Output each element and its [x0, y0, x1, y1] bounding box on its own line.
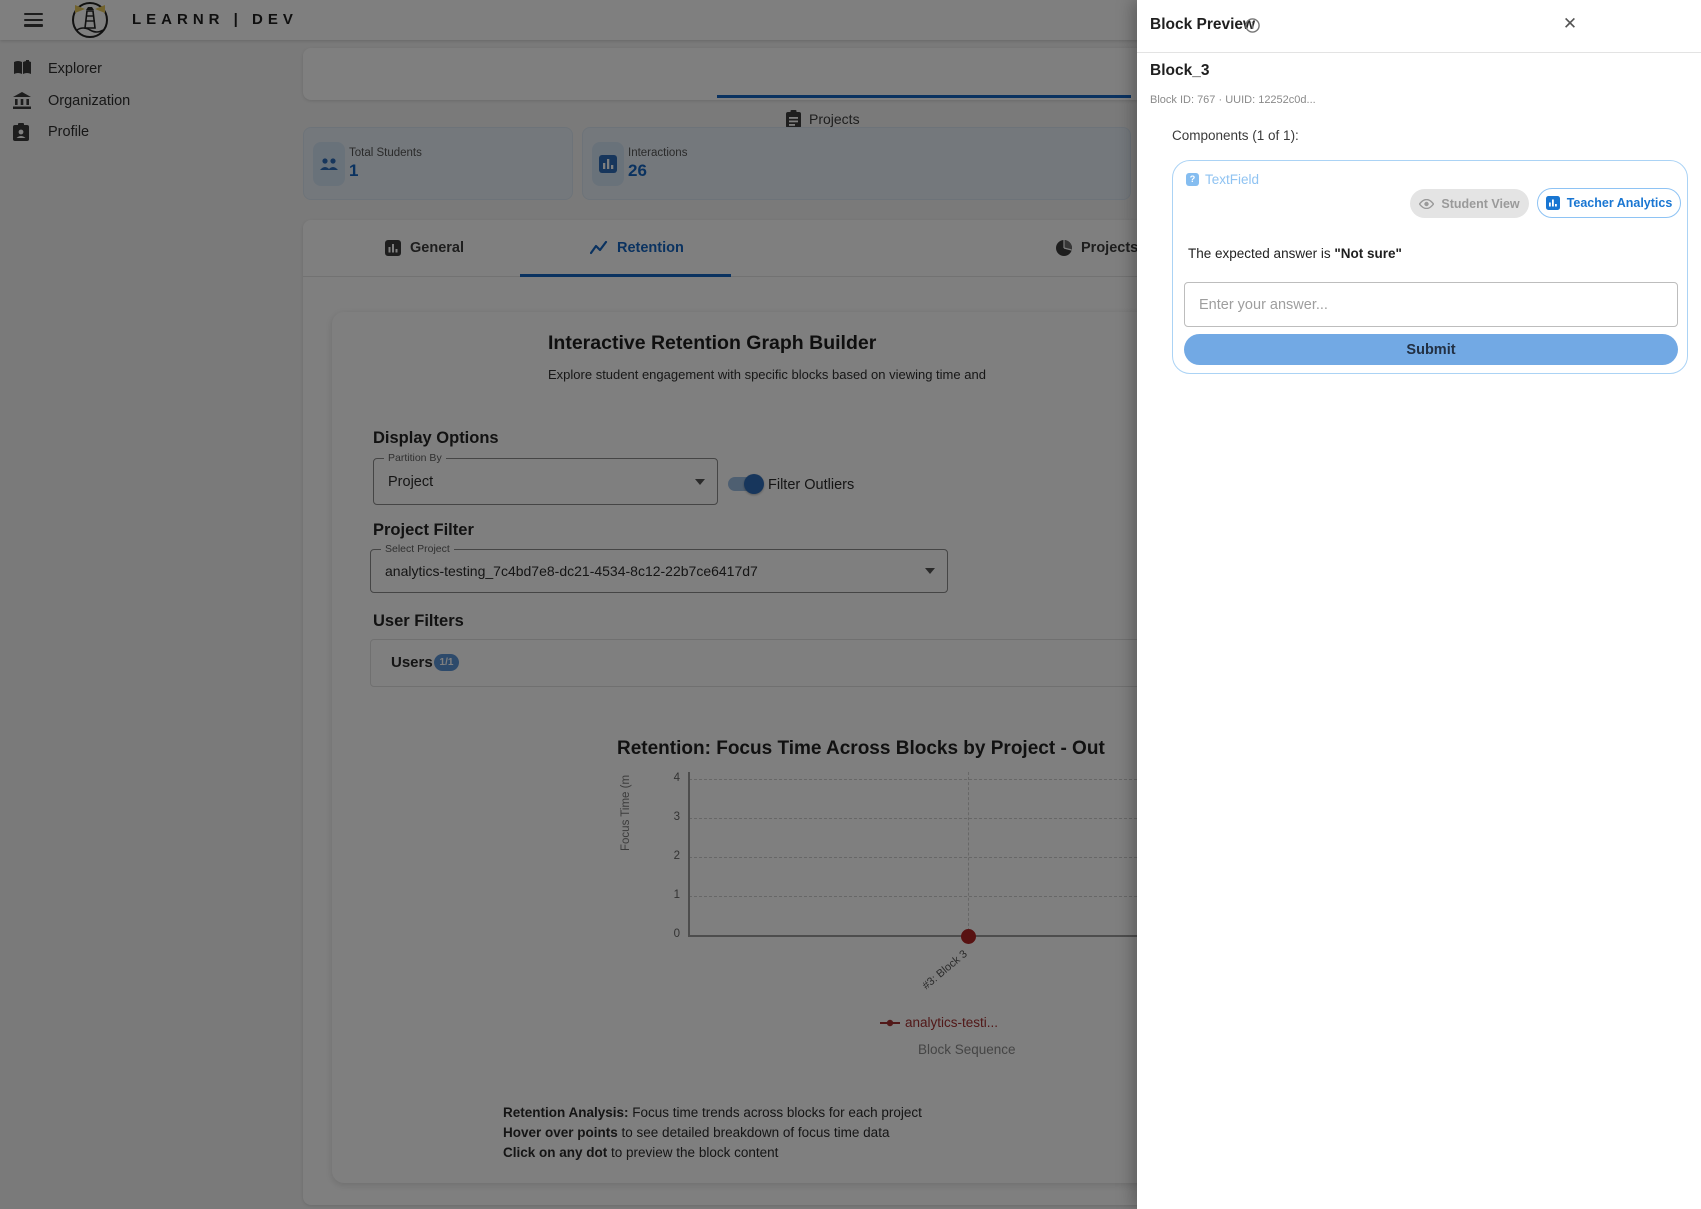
component-type: ? TextField: [1186, 172, 1259, 187]
components-label: Components (1 of 1):: [1172, 128, 1299, 143]
textfield-component-card: ? TextField Student View Teacher Analyti…: [1172, 160, 1688, 374]
panel-title: Block Preview: [1150, 16, 1255, 34]
teacher-analytics-button[interactable]: Teacher Analytics: [1537, 188, 1681, 218]
divider: [1137, 52, 1701, 53]
button-label: Teacher Analytics: [1567, 196, 1673, 210]
answer-input[interactable]: [1184, 282, 1678, 327]
expected-answer-text: The expected answer is "Not sure": [1188, 246, 1402, 261]
question-mark-icon: ?: [1186, 173, 1199, 186]
component-type-label: TextField: [1205, 172, 1259, 187]
eye-icon: [1419, 199, 1434, 209]
analytics-icon: [1546, 196, 1560, 210]
info-icon[interactable]: [1245, 18, 1260, 38]
student-view-button[interactable]: Student View: [1410, 189, 1529, 218]
submit-button[interactable]: Submit: [1184, 334, 1678, 365]
close-icon[interactable]: ✕: [1558, 12, 1582, 36]
block-name: Block_3: [1150, 62, 1209, 80]
block-meta: Block ID: 767 · UUID: 12252c0d...: [1150, 94, 1316, 106]
block-preview-panel: Block Preview ✕ Block_3 Block ID: 767 · …: [1137, 0, 1701, 1209]
button-label: Student View: [1441, 197, 1519, 211]
app-root: LEARNR | DEV Explorer Organization Profi…: [0, 0, 1701, 1209]
